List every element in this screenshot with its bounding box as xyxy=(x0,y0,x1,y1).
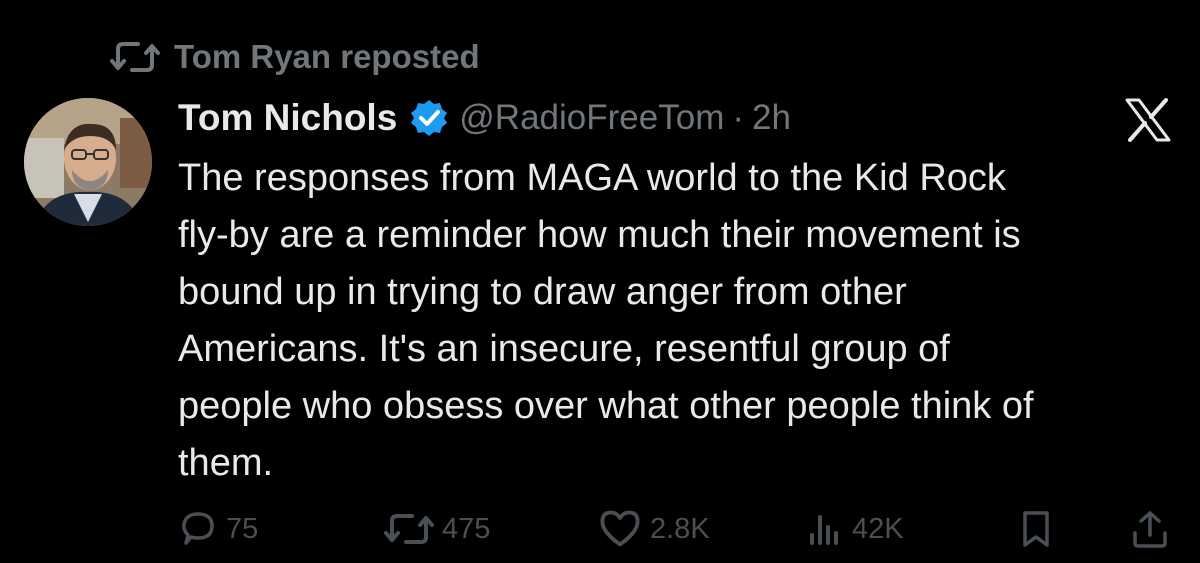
separator-dot: · xyxy=(732,98,745,137)
x-logo-icon[interactable] xyxy=(1124,98,1172,142)
bookmark-icon xyxy=(1023,511,1049,547)
share-button[interactable] xyxy=(1130,504,1170,554)
verified-badge-icon xyxy=(411,100,448,136)
bookmark-button[interactable] xyxy=(1016,504,1056,554)
analytics-icon xyxy=(810,515,838,545)
author-name[interactable]: Tom Nichols xyxy=(178,97,397,139)
reply-count: 75 xyxy=(226,512,259,545)
reply-button[interactable]: 75 xyxy=(178,504,258,554)
repost-count: 475 xyxy=(442,512,491,545)
tweet-header: Tom Nichols @RadioFreeTom · 2h xyxy=(178,92,791,144)
timestamp[interactable]: 2h xyxy=(752,98,791,138)
views-button[interactable]: 42K xyxy=(804,504,904,554)
reply-icon xyxy=(182,512,214,545)
avatar[interactable] xyxy=(24,98,152,226)
action-bar: 75 475 2.8K 42K xyxy=(178,504,1168,554)
view-count: 42K xyxy=(852,512,904,545)
like-count: 2.8K xyxy=(650,512,710,545)
repost-button[interactable]: 475 xyxy=(384,504,490,554)
heart-icon xyxy=(600,510,640,547)
repost-icon xyxy=(384,514,434,544)
repost-indicator[interactable]: Tom Ryan reposted xyxy=(110,34,480,80)
repost-icon xyxy=(110,42,160,72)
author-handle[interactable]: @RadioFreeTom xyxy=(459,98,724,138)
like-button[interactable]: 2.8K xyxy=(598,504,710,554)
repost-label: Tom Ryan reposted xyxy=(174,38,480,75)
share-icon xyxy=(1133,511,1167,548)
tweet-text: The responses from MAGA world to the Kid… xyxy=(178,157,1034,484)
